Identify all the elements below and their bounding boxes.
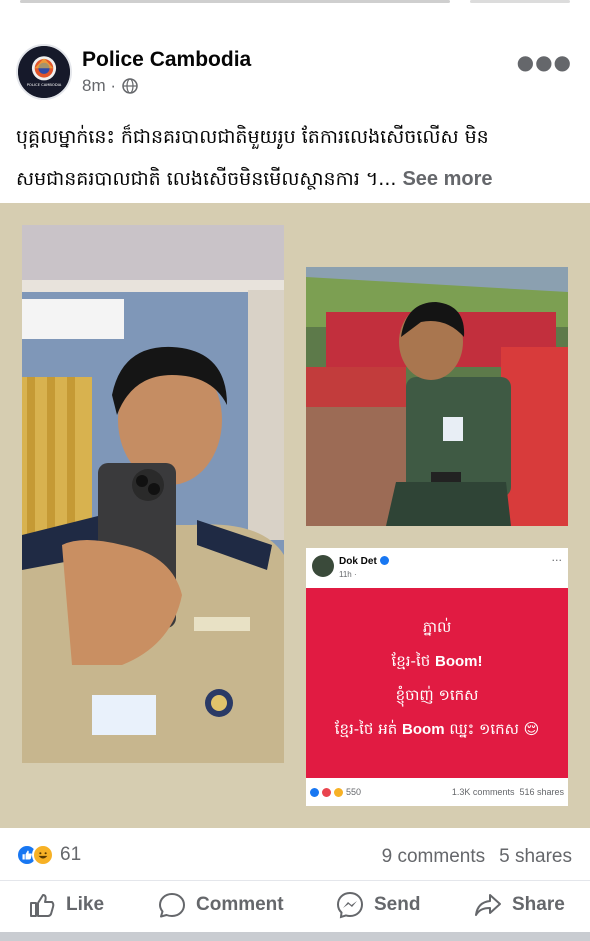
embedded-post-footer: 550 1.3K comments 516 shares xyxy=(306,780,568,806)
comment-button[interactable]: Comment xyxy=(158,891,284,919)
send-icon xyxy=(336,891,364,919)
page-name[interactable]: Police Cambodia xyxy=(82,48,251,72)
feed-divider xyxy=(0,932,590,941)
share-icon xyxy=(475,894,501,916)
send-label: Send xyxy=(374,894,421,915)
comments-count[interactable]: 9 comments xyxy=(382,846,485,867)
share-label: Share xyxy=(512,894,565,915)
embedded-like-icon xyxy=(310,787,319,797)
like-icon xyxy=(30,894,55,917)
post-meta: 8m · xyxy=(82,76,138,96)
embedded-avatar xyxy=(312,555,334,577)
embedded-shares: 516 shares xyxy=(519,787,564,797)
embedded-post-header: Dok Det 11h · ··· xyxy=(306,548,568,588)
comment-label: Comment xyxy=(196,894,284,915)
more-icon[interactable]: ●●● xyxy=(517,50,572,74)
see-more-link[interactable]: See more xyxy=(402,168,492,190)
caption-line-1: បុគ្គលម្នាក់នេះ ក៏ជានគរបាលជាតិមួយរូប តែក… xyxy=(16,126,489,148)
embedded-more-icon: ··· xyxy=(551,554,563,567)
post-media[interactable]: Dok Det 11h · ··· ភ្នាល់ ខ្មែរ-ថៃ Boom! … xyxy=(0,203,590,828)
action-bar: Like Comment Send Share xyxy=(0,880,590,930)
embedded-time: 11h · xyxy=(339,570,357,579)
post-time[interactable]: 8m · xyxy=(82,76,116,96)
like-button[interactable]: Like xyxy=(28,891,104,919)
send-button[interactable]: Send xyxy=(336,891,420,919)
haha-reaction-icon xyxy=(32,844,54,866)
page-avatar[interactable]: POLICE CAMBODIA xyxy=(16,44,72,100)
shares-count[interactable]: 5 shares xyxy=(499,846,572,867)
photo-officer-phone[interactable] xyxy=(306,267,568,526)
like-label: Like xyxy=(66,894,105,915)
reactions-summary[interactable]: 61 xyxy=(16,844,81,866)
embedded-line-2: ខ្មែរ-ថៃ Boom! xyxy=(391,652,483,670)
post-stats: 61 9 comments 5 shares xyxy=(0,838,590,876)
previous-post-edge xyxy=(0,0,590,8)
embedded-line-4: ខ្មែរ-ថៃ អត់ Boom ឈ្នះ ១កេស 😌 xyxy=(334,720,540,738)
caption-line-2: សមជានគរបាលជាតិ លេងសើចមិនមើលស្ថានការ ។... xyxy=(16,168,397,190)
embedded-line-1: ភ្នាល់ xyxy=(422,618,452,636)
embedded-post-screenshot[interactable]: Dok Det 11h · ··· ភ្នាល់ ខ្មែរ-ថៃ Boom! … xyxy=(306,548,568,806)
reactions-count: 61 xyxy=(60,844,82,865)
embedded-line-3: ខ្ញុំចាញ់ ១កេស xyxy=(395,686,479,704)
verified-badge-icon xyxy=(379,556,389,565)
globe-icon xyxy=(122,78,138,94)
embedded-reactions-count: 550 xyxy=(346,787,362,797)
embedded-text-background: ភ្នាល់ ខ្មែរ-ថៃ Boom! ខ្ញុំចាញ់ ១កេស ខ្ម… xyxy=(306,588,568,778)
avatar-logo-text: POLICE CAMBODIA xyxy=(27,83,62,87)
share-button[interactable]: Share xyxy=(474,891,565,919)
comment-icon xyxy=(159,893,185,918)
post-caption: បុគ្គលម្នាក់នេះ ក៏ជានគរបាលជាតិមួយរូប តែក… xyxy=(16,116,576,200)
embedded-angry-icon xyxy=(322,787,331,797)
post-header: POLICE CAMBODIA Police Cambodia 8m · ●●● xyxy=(0,36,590,106)
embedded-comments: 1.3K comments xyxy=(451,787,515,797)
photo-selfie[interactable] xyxy=(22,225,284,763)
embedded-author: Dok Det xyxy=(339,556,377,567)
embedded-haha-icon xyxy=(334,787,343,797)
